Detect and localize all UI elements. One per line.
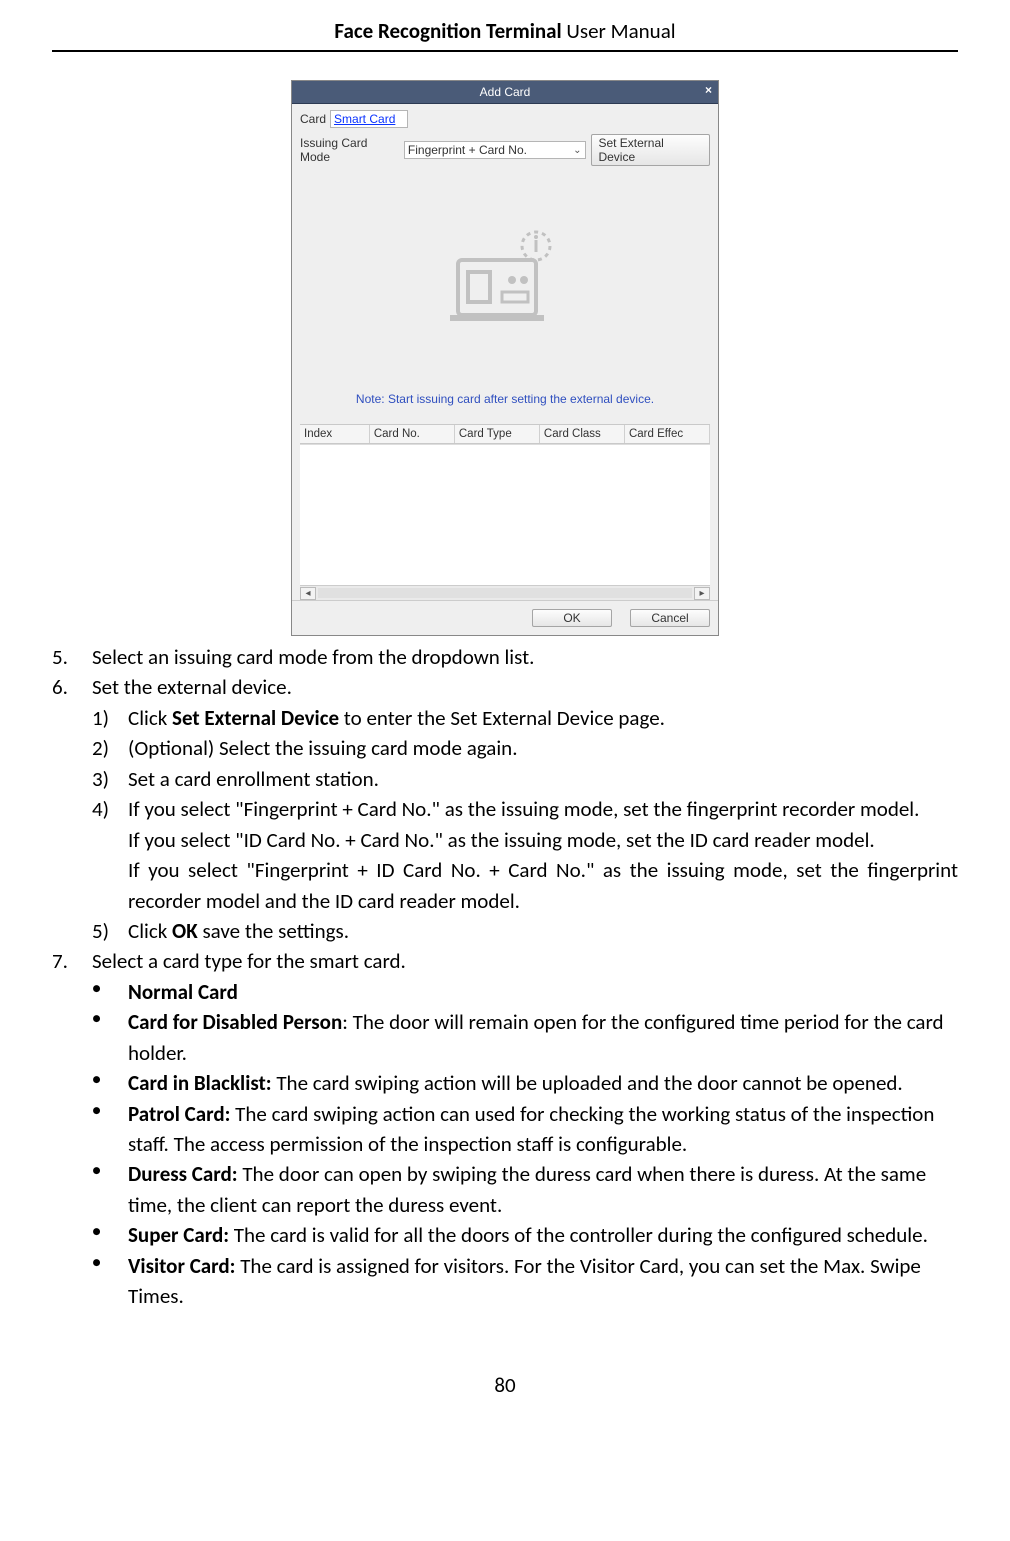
add-card-dialog: Add Card × Card Smart Card Issuing Card … <box>291 80 719 636</box>
running-header-bold: Face Recognition Terminal <box>334 18 561 44</box>
substep-marker: 4) <box>92 794 128 916</box>
col-card-effec: Card Effec <box>625 425 710 443</box>
step-6: Set the external device. <box>92 672 958 702</box>
page-number: 80 <box>52 1372 958 1398</box>
step-marker: 6. <box>52 672 92 946</box>
close-icon[interactable]: × <box>705 83 712 97</box>
card-reader-icon <box>450 230 560 325</box>
step-6-5: Click OK save the settings. <box>128 916 958 946</box>
step-6-4: If you select "Fingerprint + Card No." a… <box>128 794 958 916</box>
card-label: Card <box>300 112 326 126</box>
card-value-field[interactable]: Smart Card <box>330 110 408 128</box>
step-6-2: (Optional) Select the issuing card mode … <box>128 733 958 763</box>
horizontal-scrollbar[interactable]: ◂ ▸ <box>300 585 710 600</box>
substep-marker: 5) <box>92 916 128 946</box>
cancel-button[interactable]: Cancel <box>630 609 710 627</box>
col-card-class: Card Class <box>540 425 625 443</box>
device-illustration <box>300 172 710 382</box>
card-type-normal: Normal Card <box>92 977 958 1007</box>
col-index: Index <box>300 425 370 443</box>
card-table-body <box>300 444 710 585</box>
chevron-down-icon: ⌄ <box>573 145 581 156</box>
step-6-1: Click Set External Device to enter the S… <box>128 703 958 733</box>
step-marker: 7. <box>52 946 92 976</box>
col-card-type: Card Type <box>455 425 540 443</box>
card-type-blacklist: Card in Blacklist: The card swiping acti… <box>92 1068 958 1098</box>
running-header-rest: User Manual <box>562 18 676 44</box>
issuing-mode-label: Issuing Card Mode <box>300 136 400 164</box>
step-6-3: Set a card enrollment station. <box>128 764 958 794</box>
card-type-visitor: Visitor Card: The card is assigned for v… <box>92 1251 958 1312</box>
step-7: Select a card type for the smart card. <box>92 946 958 976</box>
issuing-mode-value: Fingerprint + Card No. <box>408 143 527 157</box>
step-marker: 5. <box>52 642 92 672</box>
ok-button[interactable]: OK <box>532 609 612 627</box>
instruction-text: 5. Select an issuing card mode from the … <box>52 642 958 1312</box>
issuing-mode-select[interactable]: Fingerprint + Card No. ⌄ <box>404 141 586 159</box>
dialog-title-text: Add Card <box>480 85 531 99</box>
running-header: Face Recognition Terminal User Manual <box>52 18 958 52</box>
scroll-right-icon[interactable]: ▸ <box>694 587 710 600</box>
dialog-titlebar: Add Card × <box>292 81 718 104</box>
card-type-disabled: Card for Disabled Person: The door will … <box>92 1007 958 1068</box>
card-type-duress: Duress Card: The door can open by swipin… <box>92 1159 958 1220</box>
card-type-super: Super Card: The card is valid for all th… <box>92 1220 958 1250</box>
dialog-note: Note: Start issuing card after setting t… <box>300 392 710 406</box>
col-card-no: Card No. <box>370 425 455 443</box>
substep-marker: 2) <box>92 733 128 763</box>
step-5: Select an issuing card mode from the dro… <box>92 642 958 672</box>
scroll-left-icon[interactable]: ◂ <box>300 587 316 600</box>
card-table-header: Index Card No. Card Type Card Class Card… <box>300 424 710 444</box>
scroll-track[interactable] <box>318 588 692 598</box>
substep-marker: 1) <box>92 703 128 733</box>
card-type-patrol: Patrol Card: The card swiping action can… <box>92 1099 958 1160</box>
set-external-device-button[interactable]: Set External Device <box>591 134 710 166</box>
substep-marker: 3) <box>92 764 128 794</box>
